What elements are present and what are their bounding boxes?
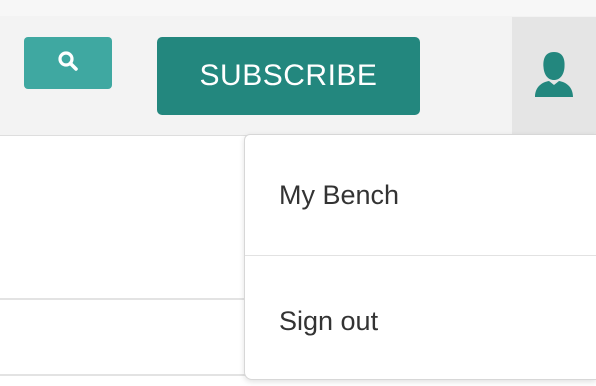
search-icon (57, 50, 79, 77)
header-top-strip (0, 0, 596, 16)
divider-line (0, 374, 250, 376)
menu-item-my-bench[interactable]: My Bench (245, 135, 596, 255)
header-bar: SUBSCRIBE (0, 0, 596, 136)
menu-item-sign-out[interactable]: Sign out (245, 261, 596, 381)
account-button[interactable] (512, 17, 596, 135)
search-button[interactable] (24, 37, 112, 89)
user-icon (530, 49, 578, 104)
account-dropdown-menu: My Bench Sign out (244, 134, 596, 380)
page: SUBSCRIBE My Bench Sign out (0, 0, 596, 386)
page-content (0, 136, 250, 386)
subscribe-button[interactable]: SUBSCRIBE (157, 37, 420, 115)
menu-divider (245, 255, 596, 256)
subscribe-label: SUBSCRIBE (199, 59, 378, 92)
divider-line (0, 298, 250, 300)
